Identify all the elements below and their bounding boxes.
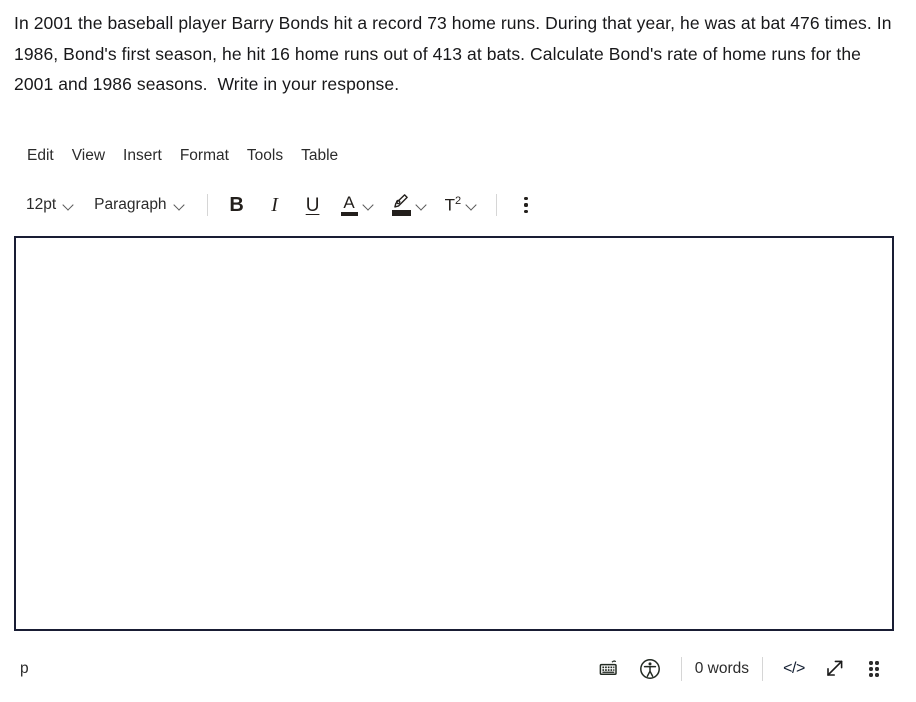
- chevron-down-icon[interactable]: [416, 200, 427, 211]
- superscript-exponent: 2: [454, 195, 462, 208]
- element-path[interactable]: p: [14, 658, 35, 680]
- menu-item-view[interactable]: View: [63, 145, 114, 167]
- font-size-select[interactable]: 12pt: [18, 193, 82, 217]
- chevron-down-icon[interactable]: [466, 200, 477, 211]
- chevron-down-icon: [63, 200, 74, 211]
- source-code-button[interactable]: </>: [779, 654, 809, 684]
- rich-text-editor-page: In 2001 the baseball player Barry Bonds …: [0, 0, 916, 702]
- statusbar-right-group: 0 words </>: [590, 654, 894, 684]
- menu-item-insert[interactable]: Insert: [114, 145, 171, 167]
- resize-handle-icon: [827, 660, 843, 676]
- toolbar-separator: [206, 194, 208, 216]
- highlight-color-icon: [391, 194, 411, 216]
- highlighter-pen-icon: [394, 194, 408, 208]
- drag-handle[interactable]: [859, 654, 889, 684]
- menu-item-tools[interactable]: Tools: [238, 145, 292, 167]
- question-prompt: In 2001 the baseball player Barry Bonds …: [14, 13, 897, 94]
- accessibility-checker-button[interactable]: [635, 654, 665, 684]
- statusbar-separator: [680, 657, 682, 681]
- superscript-button[interactable]: T2: [441, 191, 482, 219]
- resize-editor-handle[interactable]: [819, 654, 849, 684]
- toolbar-separator: [496, 194, 498, 216]
- keyboard-shortcuts-button[interactable]: [595, 654, 625, 684]
- bold-icon: B: [229, 194, 244, 216]
- menu-item-edit[interactable]: Edit: [18, 145, 63, 167]
- keyboard-icon: [599, 659, 617, 675]
- bold-button[interactable]: B: [223, 191, 251, 219]
- statusbar-separator: [762, 657, 763, 681]
- superscript-icon: T2: [445, 196, 462, 214]
- text-color-icon: A: [340, 193, 358, 216]
- menu-item-format[interactable]: Format: [171, 145, 238, 167]
- underline-button[interactable]: U: [299, 191, 327, 219]
- word-count[interactable]: 0 words: [693, 660, 751, 678]
- editor-content-area[interactable]: [16, 238, 892, 629]
- italic-icon: I: [271, 194, 278, 216]
- underline-icon: U: [305, 194, 320, 216]
- block-format-select[interactable]: Paragraph: [86, 193, 192, 217]
- accessibility-icon: [639, 659, 660, 679]
- text-color-letter: A: [343, 193, 355, 212]
- italic-button[interactable]: I: [261, 191, 289, 219]
- more-options-button[interactable]: [512, 191, 540, 219]
- chevron-down-icon: [174, 200, 185, 211]
- superscript-base: T: [444, 195, 455, 215]
- menubar: Edit View Insert Format Tools Table: [14, 142, 347, 170]
- menu-item-table[interactable]: Table: [292, 145, 347, 167]
- statusbar: p 0 words </>: [14, 648, 894, 690]
- block-format-value: Paragraph: [94, 196, 167, 213]
- chevron-down-icon[interactable]: [363, 200, 374, 211]
- text-color-button[interactable]: A: [337, 191, 378, 219]
- highlight-color-button[interactable]: [388, 191, 431, 219]
- font-size-value: 12pt: [26, 196, 57, 213]
- more-options-icon: [524, 197, 528, 213]
- drag-handle-icon: [869, 661, 879, 677]
- highlight-color-swatch: [391, 210, 411, 216]
- editor-frame: [14, 236, 894, 631]
- source-code-icon: </>: [783, 660, 805, 677]
- formatting-toolbar: 12pt Paragraph B I U A T2: [14, 188, 545, 222]
- text-color-swatch: [340, 212, 358, 216]
